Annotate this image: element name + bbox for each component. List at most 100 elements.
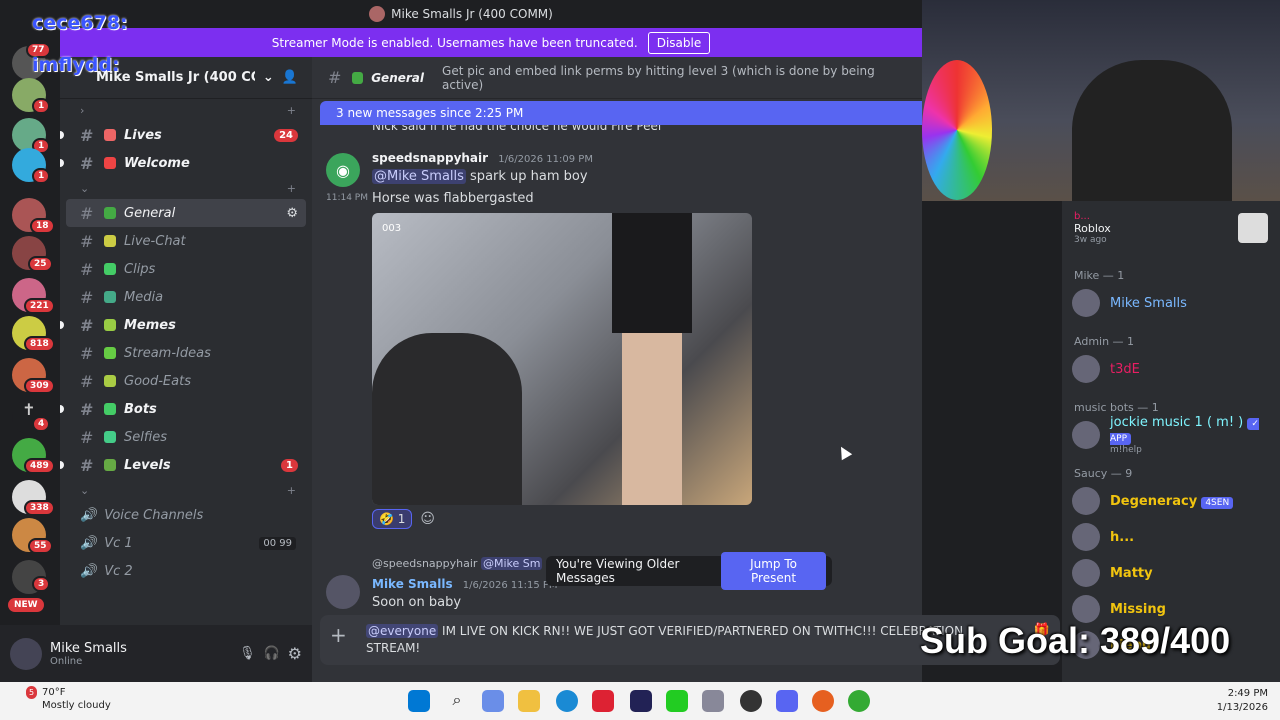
file-explorer-icon[interactable] <box>518 690 540 712</box>
obs-icon[interactable] <box>740 690 762 712</box>
firefox-icon[interactable] <box>812 690 834 712</box>
disable-streamer-mode-button[interactable]: Disable <box>647 31 711 54</box>
channel-item[interactable]: # Selfies <box>66 423 306 451</box>
hash-icon: # <box>80 203 94 223</box>
voice-category[interactable]: 🔊 Voice Channels <box>66 501 306 529</box>
channel-item[interactable]: # Welcome <box>60 149 306 177</box>
channel-item[interactable]: # Live-Chat <box>66 227 306 255</box>
avatar[interactable] <box>10 637 42 670</box>
server-icon[interactable]: 1 <box>12 118 51 154</box>
hash-icon: # <box>80 427 94 447</box>
new-label: NEW <box>8 598 44 612</box>
server-badge: 4 <box>32 416 51 432</box>
server-badge: 1 <box>32 168 51 184</box>
plus-icon[interactable]: + <box>330 623 352 647</box>
category-header[interactable]: ⌄ + <box>60 177 312 199</box>
server-icon[interactable]: 221 <box>12 278 55 314</box>
server-icon[interactable]: 55 <box>12 518 53 554</box>
clock[interactable]: 2:49 PM 1/13/2026 <box>1217 687 1268 715</box>
chrome-icon[interactable] <box>848 690 870 712</box>
member-item[interactable]: Matty <box>1062 555 1280 591</box>
webcam-overlay <box>922 0 1280 201</box>
cross-icon[interactable]: ✝ 4 <box>12 400 51 434</box>
channel-topic: Get pic and embed link perms by hitting … <box>442 63 875 92</box>
server-icon[interactable]: 309 <box>12 358 55 394</box>
category-header[interactable]: › + <box>60 99 312 121</box>
user-mention[interactable]: @Mike Sm <box>480 557 543 570</box>
speaker-icon: 🔊 <box>80 563 97 579</box>
unread-indicator <box>60 159 64 167</box>
channel-item[interactable]: # Stream-Ideas <box>66 339 306 367</box>
avatar <box>1072 487 1100 515</box>
server-icon[interactable]: 25 <box>12 236 53 272</box>
gear-icon[interactable]: ⚙ <box>286 206 298 221</box>
copilot-icon[interactable] <box>482 690 504 712</box>
app-icon[interactable] <box>592 690 614 712</box>
channel-item[interactable]: # General ⚙ <box>66 199 306 227</box>
channel-item[interactable]: # Good-Eats <box>66 367 306 395</box>
voice-channel-vc1[interactable]: 🔊 Vc 1 00 99 <box>66 529 306 557</box>
member-item[interactable]: jockie music 1 ( m! ) ✓ APP m!help <box>1062 415 1280 455</box>
video-attachment[interactable]: 003 <box>372 213 752 505</box>
server-icon[interactable]: 338 <box>12 480 55 516</box>
settings-icon[interactable] <box>702 690 724 712</box>
member-group-header: music bots — 1 <box>1074 400 1159 414</box>
chevron-down-icon: ⌄ <box>262 70 274 85</box>
shorts-shape <box>612 213 692 333</box>
category-header[interactable]: ⌄ + <box>60 479 312 501</box>
plus-icon[interactable]: + <box>287 182 296 195</box>
channel-item[interactable]: # Levels 1 <box>60 451 306 479</box>
server-icon[interactable]: 3 <box>12 560 51 594</box>
channel-item[interactable]: # Bots <box>60 395 306 423</box>
server-badge: 818 <box>24 336 55 352</box>
weather-widget[interactable]: 5 70°F Mostly cloudy <box>24 686 111 712</box>
member-item[interactable]: Degeneracy 4SEN <box>1062 483 1280 519</box>
message-author[interactable]: Mike Smalls <box>372 577 453 591</box>
edge-icon[interactable] <box>556 690 578 712</box>
avatar[interactable] <box>326 575 360 609</box>
user-mention[interactable]: @Mike Smalls <box>372 169 466 184</box>
server-icon[interactable]: 1 <box>12 78 51 114</box>
gear-icon[interactable]: ⚙ <box>288 644 302 663</box>
server-icon[interactable]: 18 <box>12 198 55 234</box>
overlay-name: cece678: <box>32 12 128 34</box>
new-messages-bar[interactable]: 3 new messages since 2:25 PM <box>320 101 922 125</box>
message-side-time: 11:14 PM <box>326 193 368 203</box>
server-icon[interactable]: 489 <box>12 438 55 474</box>
reaction-button[interactable]: 🤣 1 <box>372 509 413 529</box>
plus-icon[interactable]: + <box>287 104 296 117</box>
app-icon[interactable] <box>666 690 688 712</box>
member-item[interactable]: t3dE <box>1062 351 1280 387</box>
avatar <box>1072 421 1100 449</box>
message-author[interactable]: speedsnappyhair <box>372 151 488 165</box>
add-reaction-icon[interactable]: ☺ <box>420 511 435 527</box>
microphone-icon[interactable]: 🎙 <box>239 646 256 661</box>
member-item[interactable]: h... <box>1062 519 1280 555</box>
hash-icon: # <box>80 287 94 307</box>
server-badge: 489 <box>24 458 55 474</box>
user-panel: Mike Smalls Online 🎙 🎧 ⚙ <box>0 625 312 682</box>
app-icon[interactable] <box>630 690 652 712</box>
channel-emoji-icon <box>104 291 116 303</box>
jump-to-present-button[interactable]: Jump To Present <box>721 552 826 590</box>
plus-icon[interactable]: + <box>287 484 296 497</box>
server-icon[interactable]: 1 <box>12 148 51 184</box>
voice-channel-vc2[interactable]: 🔊 Vc 2 <box>66 557 306 585</box>
discord-icon[interactable] <box>776 690 798 712</box>
windows-start-icon[interactable] <box>408 690 430 712</box>
discord-avatar-icon[interactable]: ◉ <box>326 153 360 187</box>
add-member-icon[interactable]: 👤 <box>282 70 298 85</box>
member-item[interactable]: Mike Smalls <box>1062 285 1280 321</box>
channel-item[interactable]: # Media <box>66 283 306 311</box>
reply-author[interactable]: @speedsnappyhair <box>372 557 477 570</box>
headphones-icon[interactable]: 🎧 <box>263 646 279 661</box>
server-icon[interactable]: 818 <box>12 316 55 352</box>
channel-item[interactable]: # Memes <box>60 311 306 339</box>
channel-item[interactable]: # Clips <box>66 255 306 283</box>
clock-date: 1/13/2026 <box>1216 702 1268 713</box>
search-icon[interactable]: ⌕ <box>446 690 468 712</box>
color-wheel-shape <box>922 60 992 200</box>
server-badge: 3 <box>32 576 51 592</box>
channel-emoji-icon <box>104 319 116 331</box>
channel-item[interactable]: # Lives 24 <box>60 121 306 149</box>
